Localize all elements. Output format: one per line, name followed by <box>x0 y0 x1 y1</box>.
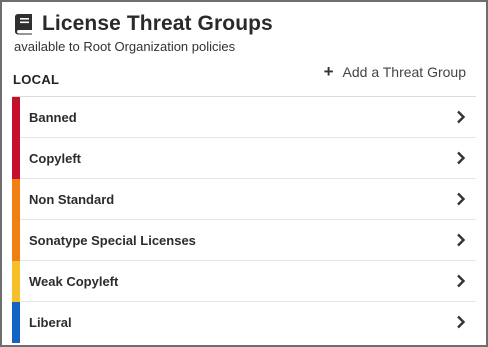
threat-group-label: Non Standard <box>29 191 115 207</box>
threat-color-swatch <box>12 261 20 302</box>
chevron-right-icon <box>456 192 466 206</box>
threat-group-row-banned[interactable]: Banned <box>12 97 476 138</box>
plus-icon: + <box>323 62 334 81</box>
threat-group-row-copyleft[interactable]: Copyleft <box>12 138 476 179</box>
page-subtitle: available to Root Organization policies <box>14 39 236 54</box>
threat-group-label: Liberal <box>29 314 72 330</box>
book-icon <box>14 13 34 35</box>
threat-group-row-sonatype-special-licenses[interactable]: Sonatype Special Licenses <box>12 220 476 261</box>
panel-header: License Threat Groups available to Root … <box>14 12 474 54</box>
threat-group-list: Banned Copyleft Non Standard Sonatype Sp… <box>12 96 476 343</box>
threat-group-row-weak-copyleft[interactable]: Weak Copyleft <box>12 261 476 302</box>
threat-color-swatch <box>12 179 20 220</box>
threat-color-swatch <box>12 97 20 138</box>
add-threat-group-label: Add a Threat Group <box>342 63 466 80</box>
chevron-right-icon <box>456 315 466 329</box>
chevron-right-icon <box>456 274 466 288</box>
add-threat-group-button[interactable]: + Add a Threat Group <box>324 63 466 80</box>
title-row: License Threat Groups <box>14 12 474 36</box>
chevron-right-icon <box>456 110 466 124</box>
chevron-right-icon <box>456 233 466 247</box>
threat-group-label: Copyleft <box>29 150 81 166</box>
page-title: License Threat Groups <box>42 12 273 35</box>
threat-group-label: Sonatype Special Licenses <box>29 232 196 248</box>
threat-group-label: Weak Copyleft <box>29 273 119 289</box>
threat-color-swatch <box>12 138 20 179</box>
threat-color-swatch <box>12 220 20 261</box>
threat-group-row-liberal[interactable]: Liberal <box>12 302 476 343</box>
chevron-right-icon <box>456 151 466 165</box>
threat-group-row-non-standard[interactable]: Non Standard <box>12 179 476 220</box>
threat-color-swatch <box>12 302 20 343</box>
threat-group-label: Banned <box>29 109 77 125</box>
license-threat-groups-panel: License Threat Groups available to Root … <box>0 0 488 347</box>
section-label-local: LOCAL <box>13 72 60 87</box>
